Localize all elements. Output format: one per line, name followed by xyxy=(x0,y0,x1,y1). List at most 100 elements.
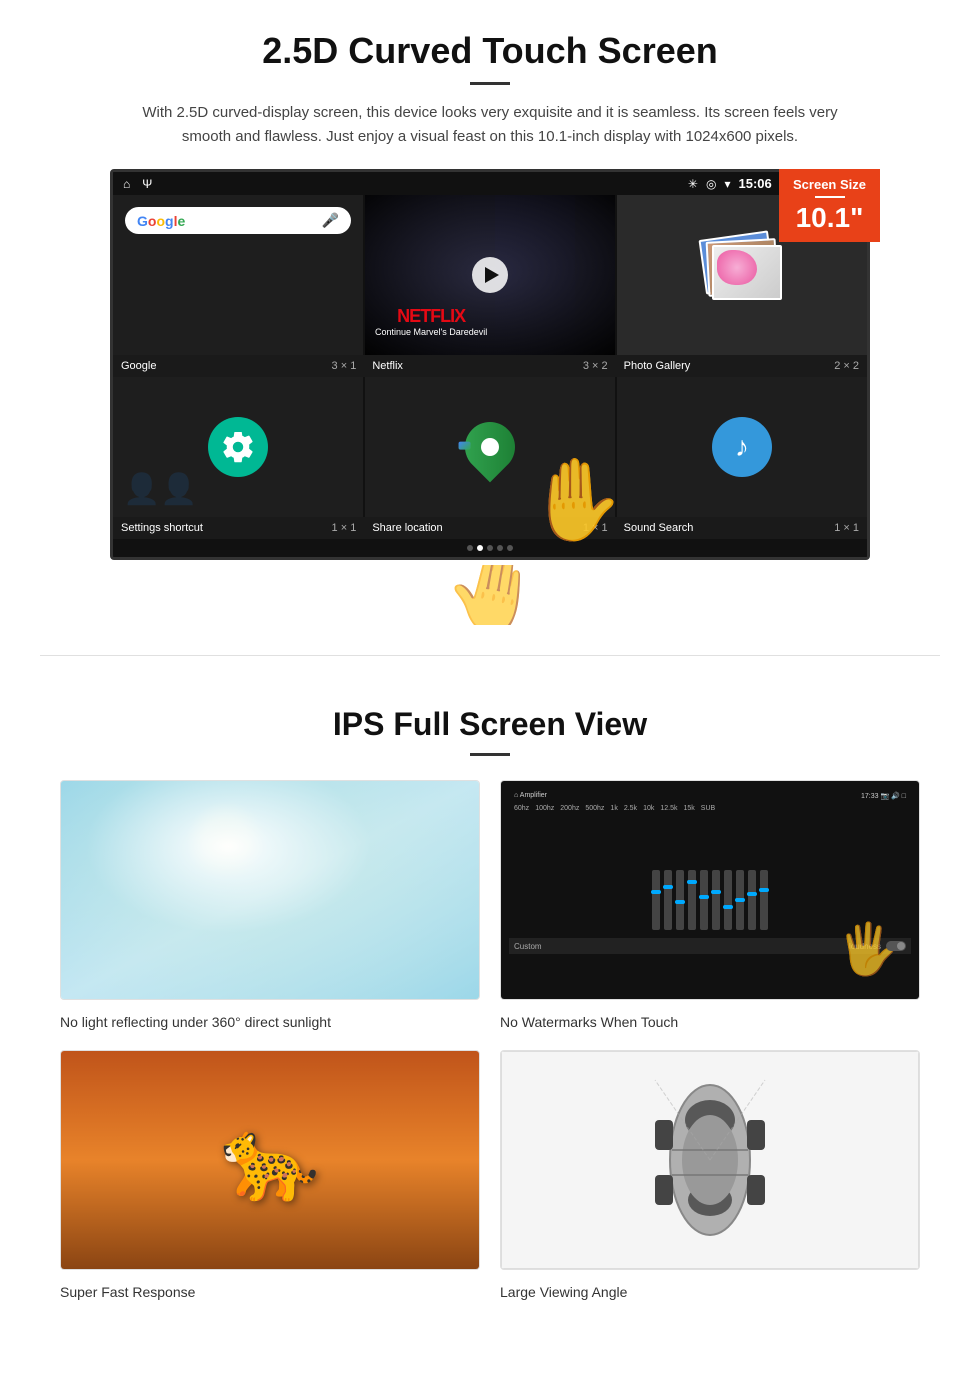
equalizer-screen: ⌂ Amplifier 17:33 📷 🔊 □ 60hz 100hz 200hz… xyxy=(501,781,919,999)
sound-search-app-cell[interactable]: ♪ xyxy=(617,377,867,517)
maps-pin-icon xyxy=(455,412,526,483)
section2-underline xyxy=(470,753,510,756)
photo-gallery-label: Photo Gallery 2 × 2 xyxy=(616,355,867,377)
section2-title: IPS Full Screen View xyxy=(60,706,920,743)
status-time: 15:06 xyxy=(739,176,772,191)
settings-app-cell[interactable]: 👤👤 xyxy=(113,377,363,517)
eq-track-6 xyxy=(712,870,720,930)
eq-home-icon: ⌂ Amplifier xyxy=(514,792,547,800)
badge-label: Screen Size xyxy=(793,177,866,192)
eq-freq-4: 500hz xyxy=(585,805,604,812)
bluetooth-icon: ✳ xyxy=(688,177,698,191)
google-label: Google 3 × 1 xyxy=(113,355,364,377)
netflix-logo: NETFLIX Continue Marvel's Daredevil xyxy=(375,306,487,337)
settings-icon xyxy=(208,417,268,477)
eq-track-4 xyxy=(688,870,696,930)
photo-gallery-app-size: 2 × 2 xyxy=(834,360,859,372)
device-mockup: Screen Size 10.1" ⌂ Ψ ✳ ◎ ▾ 15:06 📷 🔊 ▣ xyxy=(110,169,870,560)
netflix-wordmark: NETFLIX xyxy=(397,306,465,326)
status-bar-left: ⌂ Ψ xyxy=(123,177,152,191)
feature-sunlight: No light reflecting under 360° direct su… xyxy=(60,780,480,1030)
eq-freq-labels: 60hz 100hz 200hz 500hz 1k 2.5k 10k 12.5k… xyxy=(509,803,911,814)
sunlight-image xyxy=(60,780,480,1000)
bg-people-icons: 👤👤 xyxy=(123,472,198,507)
sunlight-label: No light reflecting under 360° direct su… xyxy=(60,1014,480,1030)
section1-underline xyxy=(470,82,510,85)
eq-track-7 xyxy=(724,870,732,930)
eq-track-5 xyxy=(700,870,708,930)
eq-freq-1: 60hz xyxy=(514,805,529,812)
eq-freq-6: 2.5k xyxy=(624,805,637,812)
device-screen: ⌂ Ψ ✳ ◎ ▾ 15:06 📷 🔊 ▣ ▬ xyxy=(110,169,870,560)
car-background xyxy=(501,1051,919,1269)
sound-search-app-name: Sound Search xyxy=(624,522,694,534)
netflix-app-name: Netflix xyxy=(372,360,403,372)
sky-background xyxy=(61,781,479,999)
eq-bar-group xyxy=(652,870,660,930)
usb-icon: Ψ xyxy=(142,177,152,191)
app-labels-row1: Google 3 × 1 Netflix 3 × 2 Photo Gallery… xyxy=(113,355,867,377)
netflix-play-button[interactable] xyxy=(472,257,508,293)
feature-viewing-angle: Large Viewing Angle xyxy=(500,1050,920,1300)
eq-handle-5 xyxy=(699,895,709,899)
photo-layer-3 xyxy=(712,245,782,300)
home-icon: ⌂ xyxy=(123,177,130,191)
page-dot-2 xyxy=(477,545,483,551)
badge-size: 10.1" xyxy=(793,202,866,234)
section-curved-screen: 2.5D Curved Touch Screen With 2.5D curve… xyxy=(0,0,980,585)
section1-title: 2.5D Curved Touch Screen xyxy=(60,30,920,72)
eq-freq-2: 100hz xyxy=(535,805,554,812)
car-topview-image xyxy=(500,1050,920,1270)
gear-icon xyxy=(220,429,256,465)
eq-track-10 xyxy=(760,870,768,930)
google-app-cell[interactable]: Google 🎤 xyxy=(113,195,363,355)
car-top-view-svg xyxy=(650,1060,770,1260)
eq-handle-2 xyxy=(663,885,673,889)
eq-handle-3 xyxy=(675,900,685,904)
maps-pin-center xyxy=(481,438,499,456)
eq-freq-9: 15k xyxy=(683,805,694,812)
feature-grid: No light reflecting under 360° direct su… xyxy=(60,780,920,1300)
share-location-app-cell[interactable]: 🤚 xyxy=(365,377,615,517)
eq-track-9 xyxy=(748,870,756,930)
watermark-label: No Watermarks When Touch xyxy=(500,1014,920,1030)
cheetah-image: 🐆 xyxy=(60,1050,480,1270)
eq-track-1 xyxy=(652,870,660,930)
netflix-app-cell[interactable]: NETFLIX Continue Marvel's Daredevil xyxy=(365,195,615,355)
viewing-angle-label: Large Viewing Angle xyxy=(500,1284,920,1300)
page-dot-5 xyxy=(507,545,513,551)
netflix-app-size: 3 × 2 xyxy=(583,360,608,372)
sound-search-app-size: 1 × 1 xyxy=(834,522,859,534)
eq-custom-label: Custom xyxy=(514,942,542,951)
music-note-icon: ♪ xyxy=(712,417,772,477)
page-dot-3 xyxy=(487,545,493,551)
wifi-icon: ▾ xyxy=(724,177,730,191)
cheetah-emoji: 🐆 xyxy=(220,1113,320,1207)
app-grid-row1: Google 🎤 NETFLIX Continue Marve xyxy=(113,195,867,355)
status-bar: ⌂ Ψ ✳ ◎ ▾ 15:06 📷 🔊 ▣ ▬ xyxy=(113,172,867,195)
maps-g-letter xyxy=(459,442,471,450)
eq-toggle-knob xyxy=(897,942,905,950)
eq-freq-5: 1k xyxy=(610,805,617,812)
eq-freq-8: 12.5k xyxy=(660,805,677,812)
netflix-background: NETFLIX Continue Marvel's Daredevil xyxy=(365,195,615,355)
netflix-label: Netflix 3 × 2 xyxy=(364,355,615,377)
eq-header: ⌂ Amplifier 17:33 📷 🔊 □ xyxy=(509,789,911,803)
cheetah-background: 🐆 xyxy=(61,1051,479,1269)
eq-toggle xyxy=(886,941,906,951)
eq-handle-1 xyxy=(651,890,661,894)
eq-handle-4 xyxy=(687,880,697,884)
section1-description: With 2.5D curved-display screen, this de… xyxy=(140,101,840,149)
sky-glare xyxy=(61,781,479,999)
hand-decorative-icon: 🤚 xyxy=(436,565,550,625)
share-location-app-name: Share location xyxy=(372,522,442,534)
settings-label: Settings shortcut 1 × 1 xyxy=(113,517,364,539)
google-search-bar[interactable]: Google 🎤 xyxy=(125,207,351,234)
netflix-subtitle: Continue Marvel's Daredevil xyxy=(375,327,487,337)
eq-handle-9 xyxy=(747,892,757,896)
google-mic-icon[interactable]: 🎤 xyxy=(322,212,339,229)
app-labels-row2: Settings shortcut 1 × 1 Share location 1… xyxy=(113,517,867,539)
eq-bars-container: 🖐 xyxy=(509,814,911,934)
eq-handle-7 xyxy=(723,905,733,909)
page-dot-1 xyxy=(467,545,473,551)
